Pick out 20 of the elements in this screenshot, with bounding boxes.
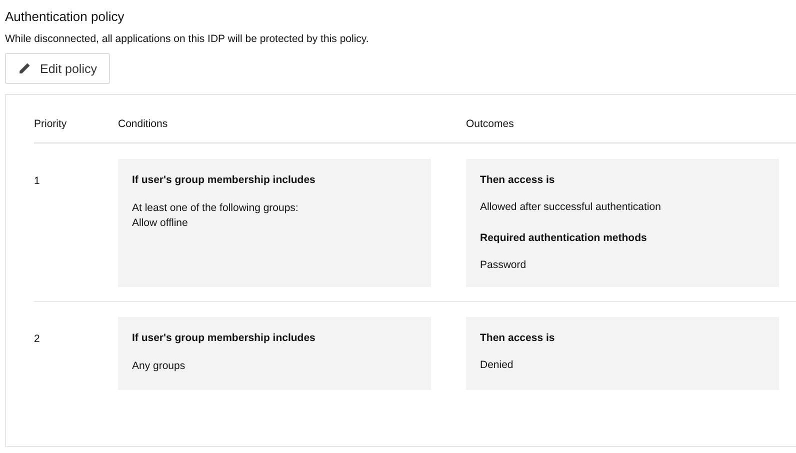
outcome-value: Denied <box>480 359 514 371</box>
outcome-heading: Then access is <box>480 174 556 186</box>
outcome-heading: Then access is <box>480 332 556 344</box>
outcome-heading: Required authentication methods <box>480 232 648 244</box>
description-text: While disconnected, all applications on this IDP will be protected by this policy. <box>5 33 370 45</box>
condition-heading: If user's group membership includes <box>132 332 316 344</box>
column-header: Outcomes <box>466 118 515 130</box>
condition-text: Any groups <box>132 359 186 374</box>
condition-text: Allow offline <box>132 216 189 231</box>
outcome-value: Allowed after successful authentication <box>480 201 662 213</box>
condition-heading: If user's group membership includes <box>132 174 316 186</box>
outcome-value: Password <box>480 259 528 271</box>
condition-text: At least one of the following groups: <box>132 201 300 216</box>
priority-cell-text: 2 <box>34 332 41 347</box>
column-header: Conditions <box>118 118 169 130</box>
column-header: Priority <box>34 118 68 130</box>
pencil-icon <box>18 62 31 75</box>
edit-policy-button[interactable]: Edit policy <box>5 53 110 84</box>
section-title: Authentication policy <box>5 9 126 24</box>
priority-cell-text: 1 <box>34 174 41 189</box>
